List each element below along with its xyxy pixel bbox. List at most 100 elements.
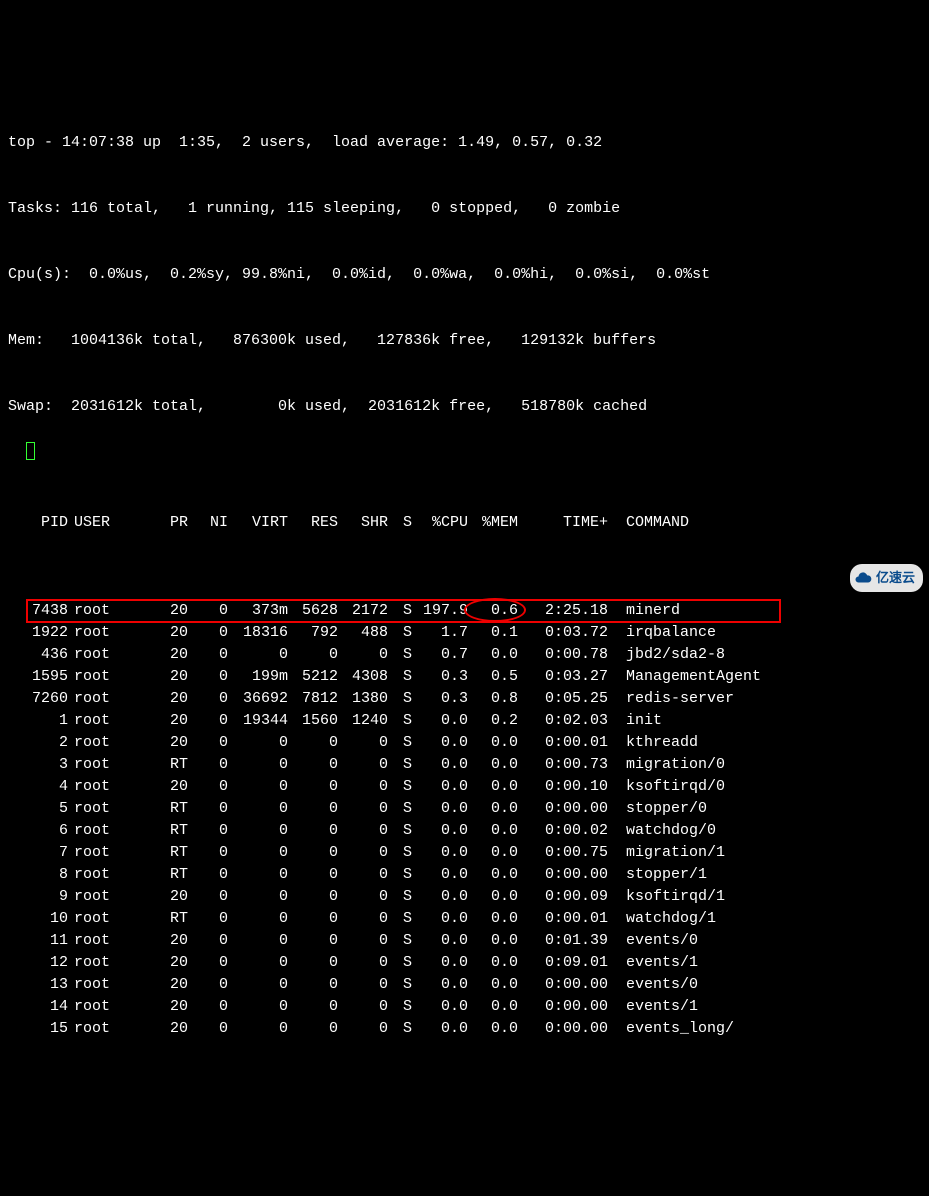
cell-cmd: events/0 xyxy=(608,974,921,996)
cell-res: 0 xyxy=(288,930,338,952)
col-ni: NI xyxy=(188,512,228,534)
col-time: TIME+ xyxy=(518,512,608,534)
cell-pr: 20 xyxy=(128,974,188,996)
cell-res: 7812 xyxy=(288,688,338,710)
cell-pid: 1 xyxy=(8,710,68,732)
cell-cmd: stopper/1 xyxy=(608,864,921,886)
cell-cpu: 197.9 xyxy=(412,600,468,622)
cell-shr: 0 xyxy=(338,1018,388,1040)
cell-user: root xyxy=(68,842,128,864)
cell-mem: 0.0 xyxy=(468,798,518,820)
cell-shr: 4308 xyxy=(338,666,388,688)
cell-pid: 7 xyxy=(8,842,68,864)
cell-ni: 0 xyxy=(188,952,228,974)
cursor-icon xyxy=(26,442,35,460)
process-table-header: PID USER PR NI VIRT RES SHR S %CPU %MEM … xyxy=(8,512,921,534)
cell-mem: 0.0 xyxy=(468,754,518,776)
process-row[interactable]: 7260root2003669278121380S0.30.80:05.25re… xyxy=(8,688,921,710)
process-row[interactable]: 1922root20018316792488S1.70.10:03.72irqb… xyxy=(8,622,921,644)
cell-res: 0 xyxy=(288,864,338,886)
cell-user: root xyxy=(68,644,128,666)
cell-res: 0 xyxy=(288,952,338,974)
cell-shr: 0 xyxy=(338,842,388,864)
terminal-window[interactable]: top - 14:07:38 up 1:35, 2 users, load av… xyxy=(0,88,929,1062)
cell-user: root xyxy=(68,600,128,622)
cell-shr: 0 xyxy=(338,864,388,886)
process-row[interactable]: 436root200000S0.70.00:00.78jbd2/sda2-8 xyxy=(8,644,921,666)
cell-cmd: minerd xyxy=(608,600,921,622)
process-row[interactable]: 1595root200199m52124308S0.30.50:03.27Man… xyxy=(8,666,921,688)
cell-res: 0 xyxy=(288,886,338,908)
process-row[interactable]: 3rootRT0000S0.00.00:00.73migration/0 xyxy=(8,754,921,776)
cell-ni: 0 xyxy=(188,776,228,798)
cell-pr: 20 xyxy=(128,622,188,644)
cell-cmd: irqbalance xyxy=(608,622,921,644)
cell-res: 1560 xyxy=(288,710,338,732)
col-shr: SHR xyxy=(338,512,388,534)
process-row[interactable]: 4root200000S0.00.00:00.10ksoftirqd/0 xyxy=(8,776,921,798)
cell-pr: RT xyxy=(128,842,188,864)
cell-pid: 7260 xyxy=(8,688,68,710)
cell-virt: 0 xyxy=(228,776,288,798)
cell-cpu: 0.0 xyxy=(412,974,468,996)
process-row[interactable]: 5rootRT0000S0.00.00:00.00stopper/0 xyxy=(8,798,921,820)
cell-time: 0:05.25 xyxy=(518,688,608,710)
process-row[interactable]: 12root200000S0.00.00:09.01events/1 xyxy=(8,952,921,974)
summary-tasks: Tasks: 116 total, 1 running, 115 sleepin… xyxy=(8,198,921,220)
cell-virt: 373m xyxy=(228,600,288,622)
cell-time: 0:00.01 xyxy=(518,908,608,930)
cell-cmd: init xyxy=(608,710,921,732)
cell-user: root xyxy=(68,930,128,952)
col-cpu: %CPU xyxy=(412,512,468,534)
cell-s: S xyxy=(388,666,412,688)
cell-ni: 0 xyxy=(188,996,228,1018)
cell-ni: 0 xyxy=(188,908,228,930)
cell-cmd: ksoftirqd/0 xyxy=(608,776,921,798)
process-row[interactable]: 14root200000S0.00.00:00.00events/1 xyxy=(8,996,921,1018)
cell-user: root xyxy=(68,710,128,732)
cell-time: 0:00.10 xyxy=(518,776,608,798)
process-row[interactable]: 7438root200373m56282172S197.90.62:25.18m… xyxy=(8,600,921,622)
col-res: RES xyxy=(288,512,338,534)
cell-pr: 20 xyxy=(128,710,188,732)
process-row[interactable]: 10rootRT0000S0.00.00:00.01watchdog/1 xyxy=(8,908,921,930)
cell-cmd: events/0 xyxy=(608,930,921,952)
cell-res: 0 xyxy=(288,644,338,666)
process-row[interactable]: 7rootRT0000S0.00.00:00.75migration/1 xyxy=(8,842,921,864)
cell-user: root xyxy=(68,732,128,754)
process-row[interactable]: 1root2001934415601240S0.00.20:02.03init xyxy=(8,710,921,732)
cell-ni: 0 xyxy=(188,622,228,644)
process-row[interactable]: 15root200000S0.00.00:00.00events_long/ xyxy=(8,1018,921,1040)
process-row[interactable]: 11root200000S0.00.00:01.39events/0 xyxy=(8,930,921,952)
cell-time: 0:03.72 xyxy=(518,622,608,644)
cell-cpu: 0.0 xyxy=(412,952,468,974)
cell-time: 0:00.00 xyxy=(518,996,608,1018)
cell-virt: 18316 xyxy=(228,622,288,644)
cell-time: 0:00.78 xyxy=(518,644,608,666)
col-s: S xyxy=(388,512,412,534)
cell-pid: 8 xyxy=(8,864,68,886)
cell-pid: 11 xyxy=(8,930,68,952)
cell-s: S xyxy=(388,754,412,776)
process-row[interactable]: 9root200000S0.00.00:00.09ksoftirqd/1 xyxy=(8,886,921,908)
cell-user: root xyxy=(68,974,128,996)
cell-res: 5212 xyxy=(288,666,338,688)
cell-ni: 0 xyxy=(188,864,228,886)
cell-res: 0 xyxy=(288,974,338,996)
process-row[interactable]: 13root200000S0.00.00:00.00events/0 xyxy=(8,974,921,996)
cell-shr: 0 xyxy=(338,732,388,754)
process-row[interactable]: 2root200000S0.00.00:00.01kthreadd xyxy=(8,732,921,754)
process-row[interactable]: 6rootRT0000S0.00.00:00.02watchdog/0 xyxy=(8,820,921,842)
cell-s: S xyxy=(388,952,412,974)
cell-ni: 0 xyxy=(188,732,228,754)
cell-time: 0:00.00 xyxy=(518,974,608,996)
summary-uptime: top - 14:07:38 up 1:35, 2 users, load av… xyxy=(8,132,921,154)
cell-ni: 0 xyxy=(188,842,228,864)
cell-time: 0:00.02 xyxy=(518,820,608,842)
cell-mem: 0.0 xyxy=(468,644,518,666)
cell-shr: 0 xyxy=(338,644,388,666)
cell-user: root xyxy=(68,820,128,842)
cell-pid: 436 xyxy=(8,644,68,666)
process-row[interactable]: 8rootRT0000S0.00.00:00.00stopper/1 xyxy=(8,864,921,886)
cell-mem: 0.5 xyxy=(468,666,518,688)
